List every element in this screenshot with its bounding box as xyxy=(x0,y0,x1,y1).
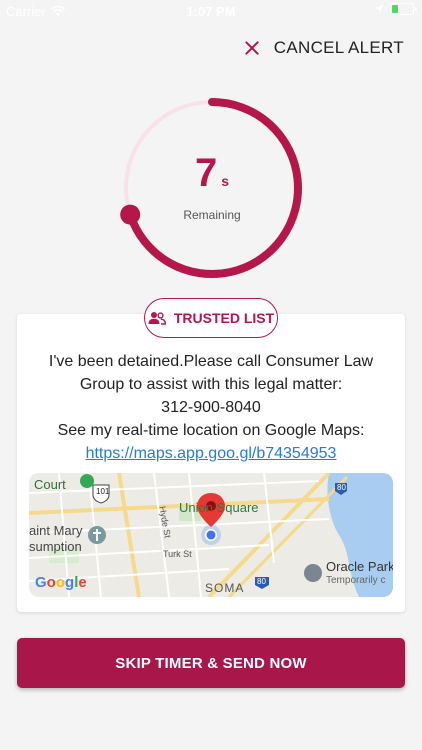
map-label-soma: SOMA xyxy=(205,581,245,595)
map-label-saint-mary-1: aint Mary xyxy=(29,523,83,538)
countdown-number: 7 xyxy=(194,151,218,195)
alert-message: I've been detained.Please call Consumer … xyxy=(17,350,405,465)
map-label-saint-mary-2: sumption xyxy=(29,539,82,554)
skip-timer-send-button[interactable]: SKIP TIMER & SEND NOW xyxy=(17,638,405,688)
trusted-list-label: TRUSTED LIST xyxy=(173,310,275,326)
map-label-oracle: Oracle Park xyxy=(326,559,393,574)
group-icon xyxy=(148,312,166,325)
cancel-alert-button[interactable]: CANCEL ALERT xyxy=(244,38,404,58)
map-shield-101: 101 xyxy=(96,487,110,496)
maps-link[interactable]: https://maps.app.goo.gl/b74354953 xyxy=(86,445,337,462)
location-map[interactable]: Court 101 80 80 Union Square aint Mary s… xyxy=(29,473,393,597)
message-line: I've been detained.Please call Consumer … xyxy=(48,353,374,370)
message-line: See my real-time location on Google Maps… xyxy=(57,422,365,439)
message-phone: 312-900-8040 xyxy=(161,399,261,416)
countdown-value: 7s xyxy=(117,151,307,196)
status-right xyxy=(374,3,417,15)
map-shield-80-bottom: 80 xyxy=(257,577,266,586)
map-label-turk: Turk St xyxy=(163,549,192,559)
countdown-unit: s xyxy=(221,173,230,189)
alert-message-card: I've been detained.Please call Consumer … xyxy=(17,314,405,612)
status-bar: Carrier 1:07 PM xyxy=(0,0,422,22)
google-logo: Google xyxy=(35,574,87,591)
close-icon xyxy=(244,40,260,56)
message-line: Group to assist with this legal matter: xyxy=(79,376,343,393)
status-time: 1:07 PM xyxy=(186,4,236,19)
map-label-oracle-status: Temporarily c xyxy=(326,575,386,586)
map-shield-80-top: 80 xyxy=(337,483,346,492)
cancel-alert-label: CANCEL ALERT xyxy=(273,38,404,57)
battery-icon xyxy=(390,3,417,15)
countdown-timer: 7s Remaining xyxy=(117,93,307,283)
location-arrow-icon xyxy=(374,4,384,14)
map-label-union-square: Union Square xyxy=(179,500,259,515)
trusted-list-button[interactable]: TRUSTED LIST xyxy=(144,298,278,338)
map-label-court: Court xyxy=(34,477,66,492)
countdown-caption: Remaining xyxy=(183,208,241,222)
